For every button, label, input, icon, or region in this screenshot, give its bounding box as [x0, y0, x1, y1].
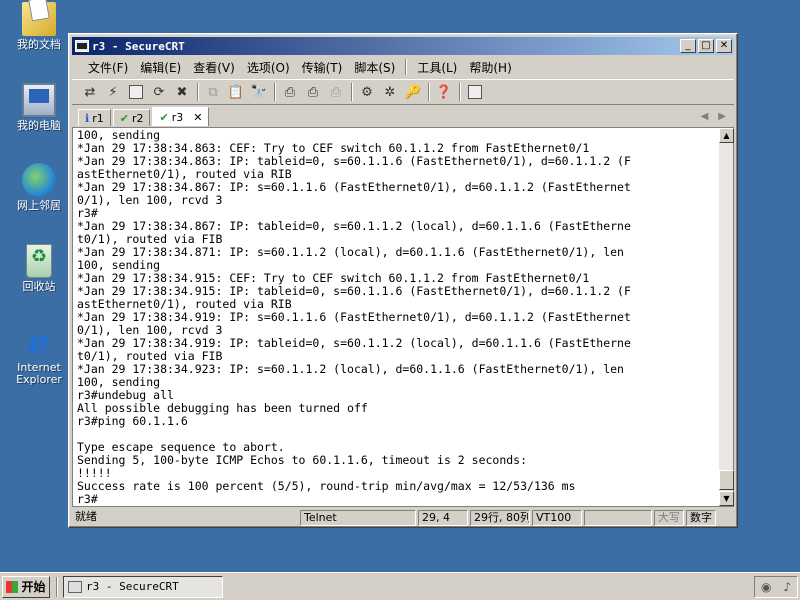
paste-icon[interactable]: 📋	[226, 82, 246, 102]
terminal-output[interactable]: 100, sending *Jan 29 17:38:34.863: CEF: …	[72, 127, 719, 507]
print-selection-icon[interactable]: ⎙	[303, 82, 323, 102]
menu-view[interactable]: 查看(V)	[187, 59, 241, 76]
tab-scroll-right-icon[interactable]: ▶	[718, 111, 726, 122]
desktop-icon-label: 我的文档	[17, 38, 61, 51]
close-button[interactable]: ✕	[716, 39, 732, 53]
disconnect-icon[interactable]: ✖	[172, 82, 192, 102]
maximize-button[interactable]: □	[698, 39, 714, 53]
network-places-icon	[22, 163, 56, 197]
menu-bar: 文件(F) 编辑(E) 查看(V) 选项(O) 传输(T) 脚本(S) 工具(L…	[72, 57, 734, 77]
status-blank	[584, 510, 652, 526]
network-tray-icon[interactable]: ◉	[761, 580, 771, 594]
status-num-lock: 数字	[686, 510, 716, 526]
scroll-up-icon[interactable]: ▲	[719, 128, 734, 143]
menu-help[interactable]: 帮助(H)	[463, 59, 517, 76]
help-icon[interactable]: ❓	[434, 82, 454, 102]
volume-tray-icon[interactable]: ♪	[783, 580, 791, 594]
terminal-scrollbar[interactable]: ▲ ▼	[719, 127, 734, 507]
securecrt-task-icon	[68, 580, 82, 593]
keypad-icon[interactable]	[465, 82, 485, 102]
checkmark-icon: ✔	[119, 111, 129, 125]
tab-r2[interactable]: ✔ r2	[112, 109, 151, 126]
start-label: 开始	[21, 580, 46, 594]
securecrt-window: r3 - SecureCRT _ □ ✕ 文件(F) 编辑(E) 查看(V) 选…	[68, 33, 738, 528]
scroll-down-icon[interactable]: ▼	[719, 491, 734, 506]
taskbar: 开始 r3 - SecureCRT ◉ ♪	[0, 572, 800, 600]
tab-r3[interactable]: ✔ r3 ✕	[152, 107, 210, 126]
scrollbar-thumb[interactable]	[719, 470, 734, 490]
tab-label: r1	[92, 111, 104, 125]
toolbar-separator	[274, 83, 276, 101]
tab-close-icon[interactable]: ✕	[193, 111, 202, 124]
toolbar: ⇄ ⚡ ⟳ ✖ ⧉ 📋 🔭 ⎙ ⎙ ⎙ ⚙ ✲ 🔑 ❓	[72, 79, 734, 105]
toolbar-separator	[197, 83, 199, 101]
status-bar: 就绪 Telnet 29, 4 29行, 80列 VT100 大写 数字	[72, 510, 734, 526]
global-options-icon[interactable]: ✲	[380, 82, 400, 102]
start-button[interactable]: 开始	[2, 575, 50, 598]
tab-scroll-left-icon[interactable]: ◀	[701, 111, 709, 122]
taskbar-item-label: r3 - SecureCRT	[86, 580, 179, 593]
menu-script[interactable]: 脚本(S)	[348, 59, 401, 76]
menu-separator	[405, 59, 408, 75]
keymap-icon[interactable]: 🔑	[403, 82, 423, 102]
status-protocol: Telnet	[300, 510, 416, 526]
window-title: r3 - SecureCRT	[92, 39, 185, 53]
connect-in-tab-icon[interactable]	[126, 82, 146, 102]
system-tray: ◉ ♪	[754, 575, 798, 598]
my-documents-icon	[22, 2, 56, 36]
info-icon: ℹ	[85, 111, 90, 125]
tab-label: r2	[131, 111, 144, 125]
reconnect-icon[interactable]: ⟳	[149, 82, 169, 102]
status-ready: 就绪	[75, 510, 97, 523]
session-options-icon[interactable]: ⚙	[357, 82, 377, 102]
taskbar-item-securecrt[interactable]: r3 - SecureCRT	[63, 575, 223, 598]
desktop-icon-network-places[interactable]: 网上邻居	[6, 163, 72, 212]
status-caps-lock: 大写	[654, 510, 684, 526]
print-icon[interactable]: ⎙	[326, 82, 346, 102]
internet-explorer-icon: e	[28, 322, 50, 362]
desktop-icon-my-computer[interactable]: 我的电脑	[6, 83, 72, 132]
minimize-button[interactable]: _	[680, 39, 696, 53]
desktop-icon-label: 回收站	[22, 280, 56, 293]
recycle-bin-icon	[26, 244, 52, 278]
title-bar[interactable]: r3 - SecureCRT _ □ ✕	[72, 37, 734, 55]
desktop-icon-recycle-bin[interactable]: 回收站	[6, 244, 72, 293]
status-emulation: VT100	[532, 510, 582, 526]
desktop-icon-label: Internet Explorer	[16, 361, 62, 386]
print-setup-icon[interactable]: ⎙	[280, 82, 300, 102]
desktop-icon-label: 我的电脑	[17, 119, 61, 132]
menu-file[interactable]: 文件(F)	[82, 59, 134, 76]
my-computer-icon	[22, 83, 56, 117]
toolbar-separator	[428, 83, 430, 101]
tab-label: r3	[171, 110, 184, 124]
status-terminal-size: 29行, 80列	[470, 510, 530, 526]
find-icon[interactable]: 🔭	[249, 82, 269, 102]
session-tab-bar: ℹ r1 ✔ r2 ✔ r3 ✕ ◀ ▶	[72, 107, 734, 126]
status-cursor-position: 29, 4	[418, 510, 468, 526]
tab-scroll-arrows: ◀ ▶	[701, 111, 726, 122]
menu-transfer[interactable]: 传输(T)	[296, 59, 349, 76]
tab-r1[interactable]: ℹ r1	[78, 109, 111, 126]
connect-icon[interactable]: ⇄	[80, 82, 100, 102]
quick-connect-icon[interactable]: ⚡	[103, 82, 123, 102]
terminal-text: 100, sending *Jan 29 17:38:34.863: CEF: …	[77, 128, 631, 506]
toolbar-separator	[459, 83, 461, 101]
menu-options[interactable]: 选项(O)	[241, 59, 296, 76]
desktop-icon-my-documents[interactable]: 我的文档	[6, 2, 72, 51]
securecrt-app-icon[interactable]	[75, 40, 89, 52]
taskbar-separator	[56, 576, 58, 597]
toolbar-separator	[351, 83, 353, 101]
menu-tools[interactable]: 工具(L)	[411, 59, 463, 76]
menu-edit[interactable]: 编辑(E)	[134, 59, 187, 76]
checkmark-icon: ✔	[159, 110, 169, 124]
desktop-icon-label: 网上邻居	[17, 199, 61, 212]
desktop-icon-internet-explorer[interactable]: e Internet Explorer	[6, 325, 72, 386]
copy-icon[interactable]: ⧉	[203, 82, 223, 102]
windows-logo-icon	[6, 580, 19, 593]
